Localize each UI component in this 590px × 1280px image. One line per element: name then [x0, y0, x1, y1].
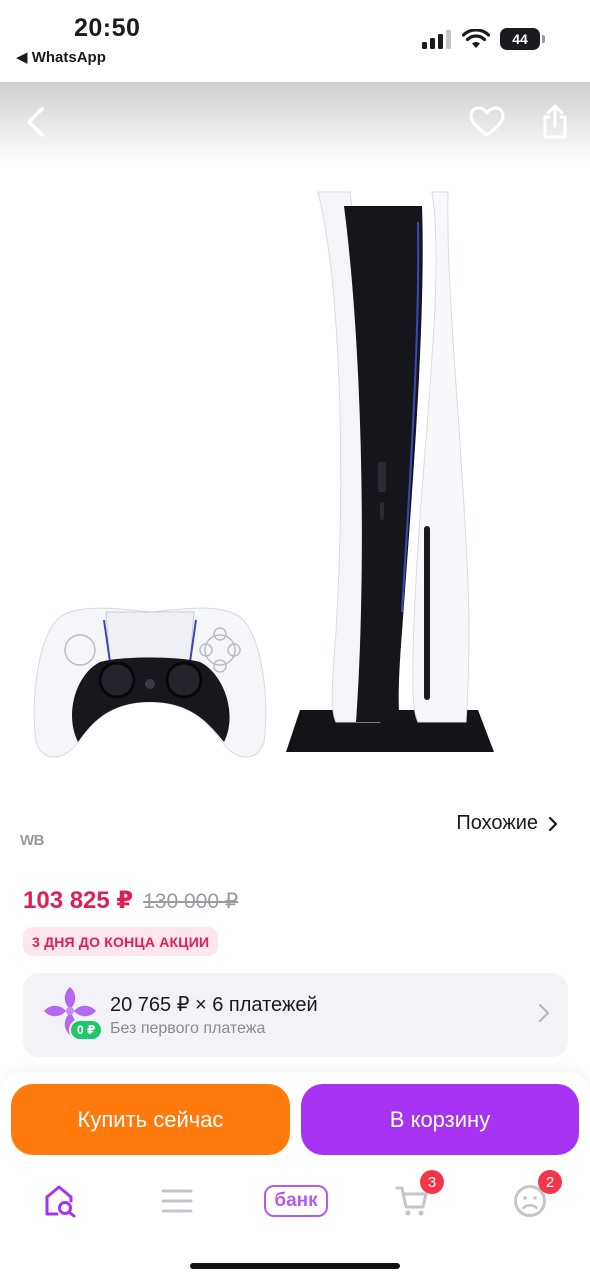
product-image[interactable] — [0, 162, 590, 802]
zero-ruble-badge: 0 ₽ — [69, 1019, 104, 1041]
nav-cart[interactable]: 3 — [384, 1170, 444, 1224]
chevron-right-icon — [548, 816, 558, 831]
menu-icon — [161, 1189, 193, 1213]
status-time: 20:50 — [74, 14, 141, 42]
home-search-icon — [45, 1185, 76, 1218]
profile-notification-badge: 2 — [538, 1170, 562, 1194]
chevron-left-icon — [27, 107, 44, 137]
share-button[interactable] — [533, 100, 577, 144]
home-indicator — [190, 1263, 400, 1269]
cart-count-badge: 3 — [420, 1170, 444, 1194]
nav-catalog[interactable] — [149, 1178, 205, 1224]
add-to-cart-button[interactable]: В корзину — [301, 1084, 579, 1155]
cellular-signal-icon — [422, 30, 451, 49]
installment-title: 20 765 ₽ × 6 платежей — [110, 994, 318, 1016]
favorite-button[interactable] — [465, 100, 509, 144]
price-row: 103 825 ₽ 130 000 ₽ — [23, 886, 238, 915]
current-price: 103 825 ₽ — [23, 887, 134, 914]
similar-label: Похожие — [456, 812, 538, 834]
nav-home[interactable] — [32, 1178, 88, 1224]
brand-logo: WB — [20, 832, 45, 849]
product-header — [0, 82, 590, 162]
back-button[interactable] — [14, 100, 58, 144]
battery-indicator: 44 — [500, 28, 545, 50]
product-photo — [33, 191, 494, 758]
nav-profile[interactable]: 2 — [502, 1170, 562, 1224]
installment-subtitle: Без первого платежа — [110, 1020, 266, 1037]
status-icons: 44 — [422, 28, 545, 50]
status-bar: 20:50 ◀ WhatsApp 44 — [0, 0, 590, 82]
bottom-nav: банк 3 2 — [0, 1158, 590, 1242]
bank-label: банк — [264, 1185, 328, 1217]
buy-now-button[interactable]: Купить сейчас — [11, 1084, 290, 1155]
promo-badge: 3 ДНЯ ДО КОНЦА АКЦИИ — [23, 927, 219, 956]
nav-bank[interactable]: банк — [254, 1178, 338, 1224]
heart-icon — [469, 106, 505, 137]
share-icon — [543, 104, 567, 139]
back-to-app-link[interactable]: ◀ WhatsApp — [16, 48, 106, 66]
similar-products-link[interactable]: Похожие — [456, 812, 558, 835]
chevron-right-icon — [538, 1003, 550, 1023]
old-price: 130 000 ₽ — [143, 890, 239, 913]
installment-card[interactable]: 0 ₽ 20 765 ₽ × 6 платежей Без первого пл… — [23, 973, 568, 1057]
wifi-icon — [462, 29, 490, 48]
